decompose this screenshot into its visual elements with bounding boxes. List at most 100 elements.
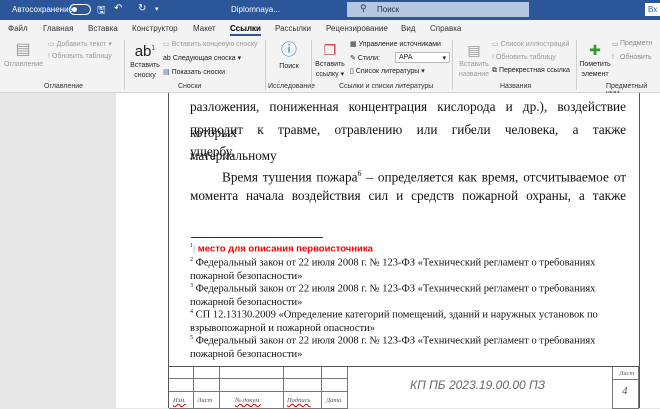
divider: [265, 40, 266, 90]
next-footnote-label: Следующая сноска: [172, 55, 236, 62]
search-box[interactable]: ⚲ Поиск: [347, 2, 529, 17]
update-figures-label: Обновить таблицу: [495, 54, 556, 61]
redo-icon[interactable]: ↻: [138, 3, 146, 14]
tab-help[interactable]: Справка: [430, 24, 461, 33]
tab-file[interactable]: Файл: [8, 24, 28, 33]
tab-review[interactable]: Рецензирование: [326, 24, 388, 33]
footnote-3[interactable]: 3 Федеральный закон от 22 июля 2008 г. №…: [190, 280, 626, 309]
stamp-col-sign: Подпись: [287, 397, 311, 404]
save-icon[interactable]: 🖫: [97, 3, 106, 20]
mark-entry-icon: ✚: [589, 42, 601, 58]
footnote-text: Федеральный закон от 22 июля 2008 г. № 1…: [190, 283, 596, 308]
tab-layout[interactable]: Макет: [193, 24, 216, 33]
manage-sources-label: Управление источниками: [358, 41, 441, 48]
insert-citation-label1: Вставить: [315, 61, 345, 68]
stamp-cell: [322, 367, 348, 379]
ribbon-tabs: Файл Главная Вставка Конструктор Макет С…: [0, 20, 660, 36]
footnote-text: место для описания первоисточника: [197, 243, 373, 255]
paragraph-line: момента начала воздействия сил и средств…: [190, 188, 626, 203]
update-index-button[interactable]: Обновить: [620, 54, 652, 61]
group-captions: Названия: [500, 83, 532, 90]
add-text-label: Добавить текст: [56, 41, 107, 48]
toc-label: Оглавление: [4, 61, 44, 68]
insert-footnote-button[interactable]: ab1 Вставить сноску: [128, 40, 162, 81]
stamp-col-doc: № докум.: [235, 397, 261, 404]
toc-button[interactable]: ▤ Оглавление: [4, 40, 44, 70]
mark-entry-button[interactable]: ✚ Пометить элемент: [579, 40, 611, 80]
insert-caption-label2: название: [458, 71, 490, 78]
search-icon: ⚲: [360, 3, 367, 13]
research-search-label: Поиск: [279, 63, 299, 70]
insert-endnote-label: Вставить концевую сноску: [171, 41, 258, 48]
manage-sources-button[interactable]: ▦ Управление источниками: [350, 40, 441, 48]
next-footnote-button[interactable]: ab Следующая сноска ▾: [163, 54, 241, 62]
group-research: Исследование: [268, 83, 316, 90]
document-name[interactable]: Diplomnaya...: [231, 5, 280, 14]
insert-endnote-button[interactable]: ▭ Вставить концевую сноску: [163, 40, 258, 48]
divider: [311, 40, 312, 90]
search-placeholder: Поиск: [377, 5, 400, 14]
tab-design[interactable]: Конструктор: [132, 24, 178, 33]
footnote-5[interactable]: 5 Федеральный закон от 22 июля 2008 г. №…: [190, 332, 626, 361]
update-toc-button[interactable]: ! Обновить таблицу: [48, 53, 112, 60]
stamp-col-date: Дата: [326, 397, 342, 404]
autosave-toggle[interactable]: [69, 4, 91, 15]
footnote-text: Федеральный закон от 22 июля 2008 г. № 1…: [190, 257, 596, 282]
sign-in-button[interactable]: Вх: [645, 3, 660, 16]
footnote-text: Федеральный закон от 22 июля 2008 г. № 1…: [190, 335, 596, 360]
chevron-down-icon: ▾: [442, 55, 446, 62]
footnote-2[interactable]: 2 Федеральный закон от 22 июля 2008 г. №…: [190, 254, 626, 283]
divider: [576, 40, 577, 90]
stamp-cell: [284, 367, 322, 379]
tab-mailings[interactable]: Рассылки: [275, 24, 311, 33]
group-toc: Оглавление: [44, 83, 84, 90]
divider: [124, 40, 125, 90]
sheet-number: 4: [622, 385, 628, 397]
insert-footnote-label2: сноску: [134, 72, 156, 79]
stamp-cell: [322, 379, 348, 392]
footnote-separator: [191, 237, 323, 238]
bibliography-label: Список литературы: [355, 68, 420, 75]
insert-citation-button[interactable]: ❐ Вставить ссылку ▾: [314, 40, 346, 80]
divider: [452, 40, 453, 90]
footnote-4[interactable]: 4 СП 12.13130.2009 «Определение категори…: [190, 306, 626, 335]
toc-icon: ▤: [15, 41, 31, 58]
stamp-cell: [220, 379, 284, 392]
stamp-cell: [169, 367, 194, 379]
update-toc-label: Обновить таблицу: [51, 53, 112, 60]
update-figures-button[interactable]: ! Обновить таблицу: [492, 54, 556, 61]
autosave-label: Автосохранение: [12, 5, 73, 14]
style-value: APA: [399, 54, 413, 61]
show-notes-icon: ▤: [163, 69, 170, 76]
ribbon: ▤ Оглавление ▭ Добавить текст ▾ ! Обновит…: [0, 36, 660, 97]
cross-reference-button[interactable]: ⧉ Перекрестная ссылка: [492, 67, 570, 75]
tab-view[interactable]: Вид: [401, 24, 415, 33]
stamp-cell: [169, 379, 194, 392]
search-research-button[interactable]: ⓘ Поиск: [272, 40, 306, 72]
undo-icon[interactable]: ↶: [114, 3, 122, 14]
insert-index-button[interactable]: Предметн: [620, 40, 652, 47]
insert-caption-label1: Вставить: [459, 61, 489, 68]
research-search-icon: ⓘ: [280, 42, 297, 59]
footnote-number: 2: [190, 257, 193, 263]
cross-reference-label: Перекрестная ссылка: [498, 67, 570, 74]
style-select[interactable]: APA ▾: [395, 52, 450, 63]
customize-qat-icon[interactable]: ▾: [155, 5, 159, 13]
document-code: КП ПБ 2023.19.00.00 ПЗ: [410, 378, 546, 392]
table-of-figures-button[interactable]: ▭ Список иллюстраций: [492, 40, 569, 48]
tab-references[interactable]: Ссылки: [230, 24, 261, 36]
tab-insert[interactable]: Вставка: [88, 24, 118, 33]
sheet-label: Лист: [619, 370, 635, 377]
tab-home[interactable]: Главная: [43, 24, 73, 33]
bibliography-button[interactable]: ▯ Список литературы ▾: [350, 67, 425, 75]
stamp-col-list: Лист: [197, 397, 213, 404]
add-text-button[interactable]: ▭ Добавить текст ▾: [48, 40, 112, 48]
update-index-icon: !: [612, 54, 614, 61]
show-notes-button[interactable]: ▤ Показать сноски: [163, 68, 225, 76]
footnote-icon: ab1: [134, 43, 156, 60]
caption-icon: ▤: [467, 42, 481, 58]
footnote-number: 3: [190, 283, 193, 289]
insert-caption-button[interactable]: ▤ Вставить название: [458, 40, 490, 80]
stamp-cell: [194, 367, 220, 379]
show-notes-label: Показать сноски: [171, 69, 226, 76]
